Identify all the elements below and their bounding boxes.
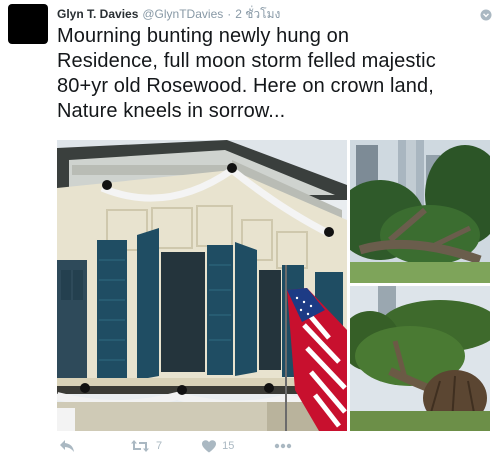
- reply-button[interactable]: [59, 439, 75, 453]
- fallen-tree-photo-top[interactable]: [350, 140, 490, 283]
- retweet-button[interactable]: 7: [130, 439, 162, 453]
- tweet-timestamp[interactable]: 2 ชั่วโมง: [235, 5, 280, 24]
- tweet-text-line: Nature kneels in sorrow...: [57, 100, 286, 122]
- tweet-text: Mourning bunting newly hung on Residence…: [57, 24, 487, 124]
- tweet-card: Glyn T. Davies @GlynTDavies · 2 ชั่วโมง …: [0, 0, 500, 461]
- tweet-text-line: 80+yr old Rosewood. Here on crown land,: [57, 75, 434, 97]
- chevron-down-icon[interactable]: [480, 8, 492, 21]
- user-handle[interactable]: @GlynTDavies: [142, 7, 223, 21]
- more-dots-icon: [274, 443, 292, 449]
- display-name[interactable]: Glyn T. Davies: [57, 7, 138, 21]
- separator-dot: ·: [227, 7, 232, 21]
- heart-icon: [202, 439, 217, 453]
- like-button[interactable]: 15: [202, 439, 235, 453]
- retweet-count: 7: [156, 440, 163, 452]
- residence-photo[interactable]: [57, 140, 347, 431]
- tweet-text-line: Residence, full moon storm felled majest…: [57, 50, 436, 72]
- tweet-actions: 7 15: [57, 436, 292, 456]
- reply-arrow-icon: [59, 439, 75, 453]
- fallen-tree-photo-bottom[interactable]: [350, 286, 490, 431]
- more-options-button[interactable]: [274, 443, 292, 449]
- like-count: 15: [222, 440, 235, 452]
- retweet-icon: [130, 439, 150, 453]
- tweet-header: Glyn T. Davies @GlynTDavies · 2 ชั่วโมง: [57, 5, 280, 21]
- tweet-text-line: Mourning bunting newly hung on: [57, 25, 350, 47]
- tweet-media-grid: [57, 140, 490, 431]
- avatar[interactable]: [8, 4, 48, 44]
